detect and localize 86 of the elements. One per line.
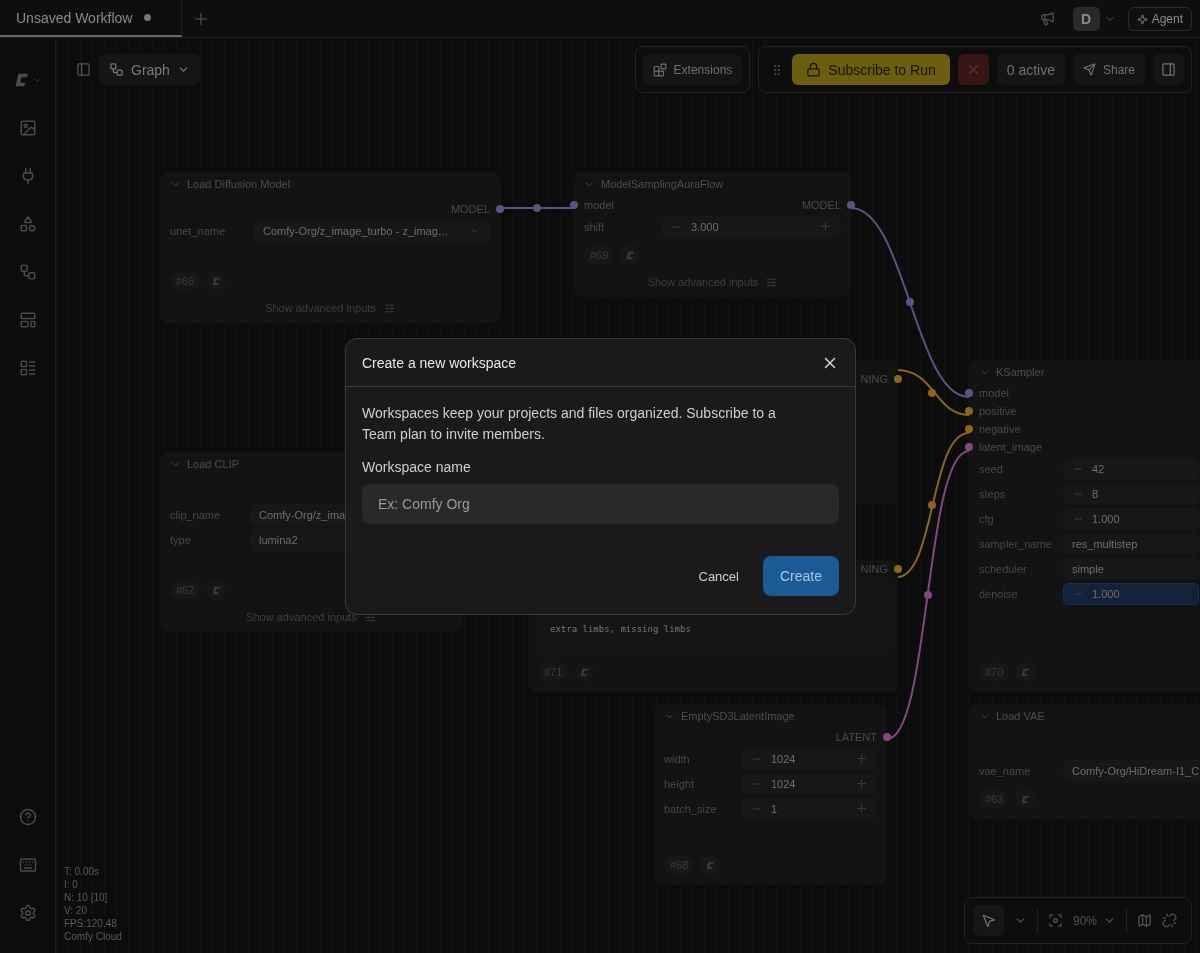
- send-icon: [1082, 63, 1096, 76]
- graph-view-button[interactable]: Graph: [99, 54, 200, 85]
- link-off-icon[interactable]: [1162, 913, 1177, 928]
- comfy-logo: [1019, 666, 1031, 678]
- help-icon[interactable]: [18, 808, 37, 826]
- sparkle-icon: [1136, 13, 1148, 25]
- image-icon[interactable]: [18, 119, 37, 137]
- map-icon[interactable]: [1137, 913, 1152, 928]
- sliders-icon: [383, 302, 395, 314]
- plus-icon[interactable]: [855, 777, 868, 790]
- comfy-logo: [704, 859, 716, 871]
- output-socket[interactable]: [894, 565, 902, 573]
- number-field[interactable]: 1: [742, 797, 877, 820]
- dropdown-field[interactable]: Comfy-Org/HiDream-I1_C: [1063, 759, 1200, 782]
- number-field[interactable]: 1.000: [1063, 507, 1199, 530]
- plus-icon[interactable]: [855, 752, 868, 765]
- output-socket[interactable]: [883, 733, 891, 741]
- number-field[interactable]: 8: [1063, 482, 1199, 505]
- pointer-icon: [980, 913, 996, 928]
- input-socket[interactable]: [570, 201, 578, 209]
- node-title: EmptySD3LatentImage: [681, 710, 795, 722]
- stat-line: FPS:120.48: [64, 917, 118, 930]
- output-socket[interactable]: [847, 201, 855, 209]
- node-title: KSampler: [996, 366, 1045, 378]
- zoom-dropdown[interactable]: 90%: [1072, 913, 1116, 928]
- output-socket[interactable]: [894, 375, 902, 383]
- node-title: Load Diffusion Model: [187, 178, 291, 190]
- share-button[interactable]: Share: [1072, 54, 1145, 85]
- node-title: Load VAE: [996, 710, 1045, 722]
- comfy-logo: [13, 71, 31, 89]
- stop-button[interactable]: [957, 54, 989, 85]
- keyboard-icon[interactable]: [18, 856, 37, 874]
- node-title: Load CLIP: [187, 458, 239, 470]
- dropdown-field[interactable]: Comfy-Org/z_image_turbo - z_imag…: [254, 219, 490, 242]
- stat-line: Comfy Cloud: [64, 930, 122, 943]
- layout-list-icon[interactable]: [18, 359, 37, 377]
- template-icon[interactable]: [18, 311, 37, 329]
- number-field[interactable]: 42: [1063, 457, 1199, 480]
- megaphone-icon[interactable]: [1039, 11, 1055, 26]
- workflow-icon[interactable]: [18, 263, 37, 281]
- panel-icon[interactable]: [76, 62, 91, 77]
- input-socket[interactable]: [965, 443, 973, 451]
- select-tool-button[interactable]: [972, 905, 1004, 936]
- lock-icon: [806, 62, 822, 77]
- stat-line: V: 20: [64, 904, 88, 917]
- panel-right-icon: [1161, 62, 1176, 77]
- panel-toggle-button[interactable]: [1153, 54, 1184, 85]
- comfy-logo: [1019, 793, 1031, 805]
- input-socket[interactable]: [965, 425, 973, 433]
- number-field[interactable]: 1024: [742, 747, 877, 770]
- shapes-icon[interactable]: [18, 215, 37, 233]
- stat-line: T: 0.00s: [64, 865, 101, 878]
- extensions-button[interactable]: Extensions: [642, 54, 743, 85]
- prompt-text: extra limbs, missing limbs: [550, 623, 692, 636]
- dropdown-field[interactable]: res_multistep: [1063, 532, 1199, 555]
- comfy-logo: [210, 584, 222, 596]
- workflow-icon: [109, 62, 124, 77]
- active-queue-button[interactable]: 0 active: [996, 54, 1065, 85]
- agent-button[interactable]: Agent: [1127, 7, 1192, 31]
- number-field[interactable]: 1024: [742, 772, 877, 795]
- output-socket[interactable]: [496, 205, 504, 213]
- workspace-name-field[interactable]: Ex: Comfy Org: [362, 484, 839, 524]
- sliders-icon: [766, 276, 778, 288]
- number-field[interactable]: 1.000: [1063, 582, 1199, 605]
- number-field[interactable]: 3.000: [662, 215, 841, 238]
- stat-line: I: 0: [64, 878, 79, 891]
- create-button[interactable]: Create: [762, 556, 839, 596]
- node-title: ModelSamplingAuraFlow: [601, 178, 724, 190]
- plus-icon[interactable]: [819, 220, 832, 233]
- subscribe-button[interactable]: Subscribe to Run: [792, 54, 950, 85]
- settings-icon[interactable]: [18, 904, 37, 922]
- stat-line: N: 10 [10]: [64, 891, 109, 904]
- tab-title: Unsaved Workflow: [16, 9, 133, 26]
- fit-view-icon[interactable]: [1047, 913, 1063, 928]
- input-socket[interactable]: [965, 407, 973, 415]
- comfy-logo: [578, 666, 590, 678]
- dialog-title: Create a new workspace: [362, 354, 517, 371]
- comfy-logo: [210, 275, 222, 287]
- dropdown-field[interactable]: simple: [1063, 557, 1199, 580]
- plus-icon[interactable]: [855, 802, 868, 815]
- user-avatar[interactable]: D: [1072, 6, 1100, 31]
- cancel-button[interactable]: Cancel: [698, 568, 739, 584]
- input-socket[interactable]: [965, 389, 973, 397]
- dialog-description: Workspaces keep your projects and files organized. Subscribe to a Team plan to invite members.: [362, 404, 777, 444]
- comfy-logo: [624, 249, 636, 261]
- blocks-icon: [652, 62, 667, 77]
